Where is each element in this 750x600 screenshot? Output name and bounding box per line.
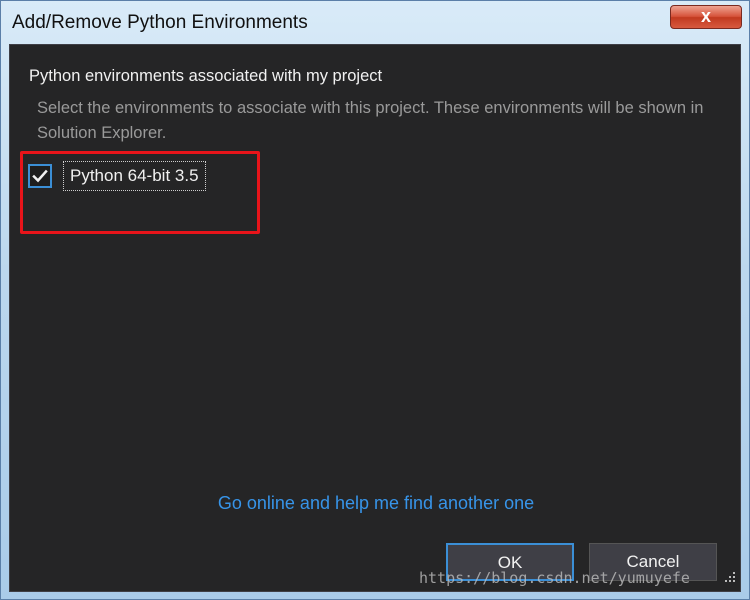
find-environment-link[interactable]: Go online and help me find another one <box>10 493 742 514</box>
resize-grip-icon[interactable] <box>723 570 737 584</box>
annotation-highlight-box <box>20 151 260 234</box>
section-heading: Python environments associated with my p… <box>29 67 383 85</box>
close-button[interactable]: x <box>670 5 742 29</box>
close-icon: x <box>700 6 711 26</box>
window-title: Add/Remove Python Environments <box>12 12 308 33</box>
title-bar[interactable]: Add/Remove Python Environments x <box>1 1 749 43</box>
section-description: Select the environments to associate wit… <box>37 99 704 142</box>
dialog-content: Python environments associated with my p… <box>9 44 741 592</box>
dialog-window: Add/Remove Python Environments x Python … <box>0 0 750 600</box>
watermark-text: https://blog.csdn.net/yumuyefe <box>419 569 690 587</box>
